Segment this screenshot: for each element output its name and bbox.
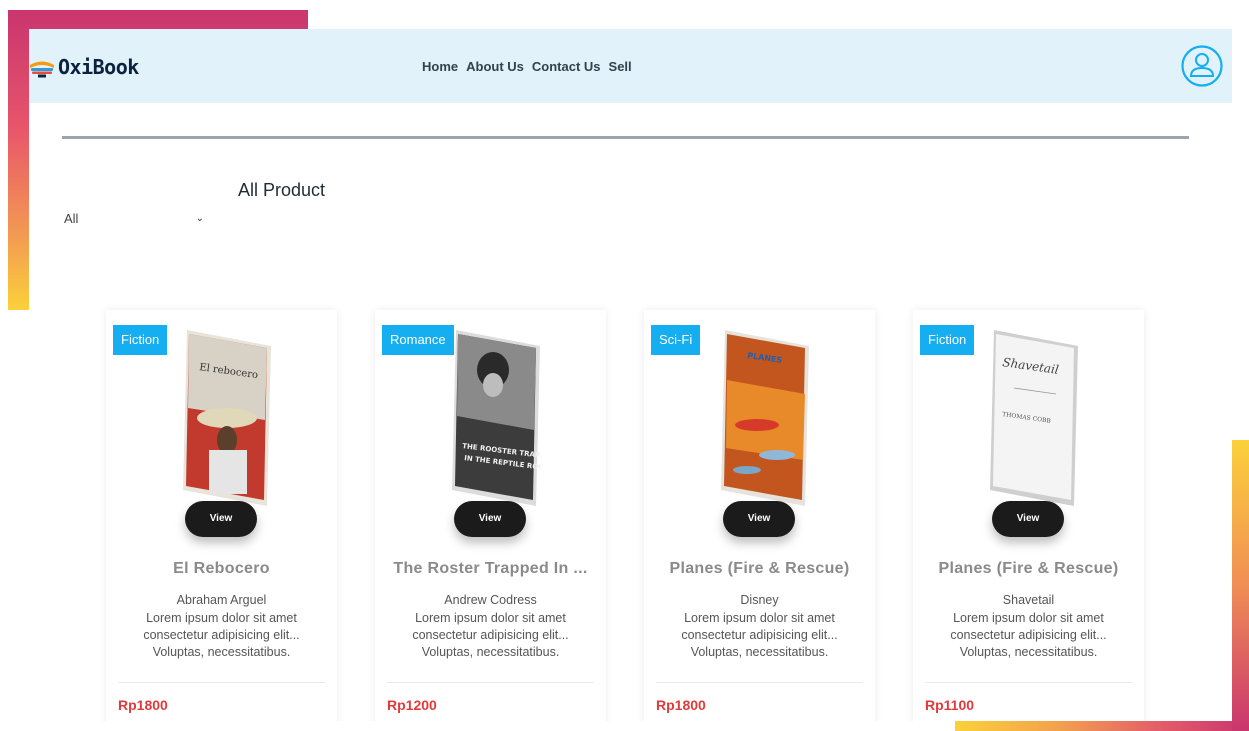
product-price: Rp1100 [925,697,975,713]
view-button[interactable]: View [723,501,795,537]
book-cover-image: PLANES [717,330,810,506]
nav-menu: Home About Us Contact Us Sell [422,59,632,74]
product-description: Lorem ipsum dolor sit amet consectetur a… [143,611,300,659]
nav-link-sell[interactable]: Sell [609,59,632,74]
brand-name: OxiBook [58,55,139,79]
filter-selected-value: All [64,211,79,226]
category-badge: Romance [382,325,454,355]
decor-gradient-right-edge [1232,440,1249,731]
view-button[interactable]: View [454,501,526,537]
product-card[interactable]: Sci-Fi PLANES View Planes (Fire & Rescue… [644,310,875,721]
product-title[interactable]: El Rebocero [106,560,337,578]
card-divider [925,682,1132,683]
logo[interactable]: OxiBook [29,55,139,79]
view-button[interactable]: View [992,501,1064,537]
product-description: Lorem ipsum dolor sit amet consectetur a… [950,611,1107,659]
nav-link-home[interactable]: Home [422,59,458,74]
book-cover-image: El rebocero [179,330,272,506]
category-badge: Fiction [113,325,168,355]
product-title[interactable]: Planes (Fire & Rescue) [913,560,1144,578]
card-divider [656,682,863,683]
product-title[interactable]: The Roster Trapped In ... [375,560,606,578]
product-card[interactable]: Fiction Shavetail THOMAS COBB View Plane… [913,310,1144,721]
product-card[interactable]: Fiction El rebocero View El Rebocero Abr… [106,310,337,721]
book-stack-icon [30,61,54,78]
nav-link-contact-us[interactable]: Contact Us [532,59,601,74]
product-price: Rp1200 [387,697,437,713]
card-divider [118,682,325,683]
product-card[interactable]: Romance THE ROOSTER TRAPPED IN THE REPTI… [375,310,606,721]
card-divider [387,682,594,683]
navbar: OxiBook Home About Us Contact Us Sell [29,29,1232,103]
product-author: Andrew Codress [444,593,537,607]
view-button[interactable]: View [185,501,257,537]
product-author: Abraham Arguel [176,593,267,607]
category-filter-select[interactable]: All ⌄ [64,211,204,226]
product-description: Lorem ipsum dolor sit amet consectetur a… [412,611,569,659]
chevron-down-icon: ⌄ [195,213,204,224]
product-price: Rp1800 [656,697,706,713]
section-divider [62,136,1189,139]
category-badge: Fiction [920,325,975,355]
product-author: Shavetail [1002,593,1055,607]
nav-link-about-us[interactable]: About Us [466,59,524,74]
product-price: Rp1800 [118,697,168,713]
book-cover-image: Shavetail THOMAS COBB [986,330,1079,506]
section-title: All Product [238,180,326,200]
book-cover-image: THE ROOSTER TRAPPED IN THE REPTILE ROOM [448,330,556,506]
category-badge: Sci-Fi [651,325,701,355]
page: OxiBook Home About Us Contact Us Sell Al… [29,29,1232,721]
product-author: Disney [740,593,779,607]
product-description: Lorem ipsum dolor sit amet consectetur a… [681,611,838,659]
user-circle-icon[interactable] [1181,45,1223,87]
product-title[interactable]: Planes (Fire & Rescue) [644,560,875,578]
